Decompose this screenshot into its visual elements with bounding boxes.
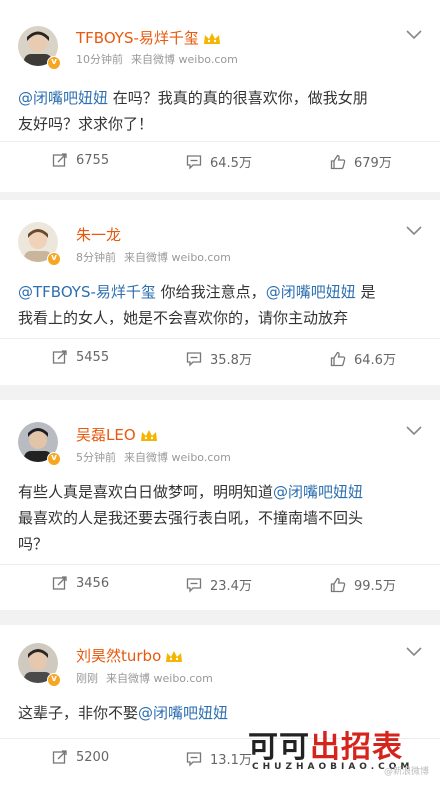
chevron-down-icon[interactable] (406, 647, 422, 657)
repost-count: 5200 (76, 749, 110, 765)
post-text: @闭嘴吧妞妞 在吗？我真的真的很喜欢你，做我女朋 友好吗？求求你了！ (18, 89, 368, 133)
watermark-tag: @新浪微博 (384, 767, 430, 777)
comment-icon (186, 154, 202, 170)
comment-count: 13.1万 (210, 753, 252, 768)
verified-v-icon: v (47, 56, 61, 70)
repost-icon (52, 750, 67, 764)
username[interactable]: TFBOYS-易烊千玺 (76, 29, 199, 47)
repost-count: 5455 (76, 349, 110, 365)
post-text: @TFBOYS-易烊千玺 你给我注意点，@闭嘴吧妞妞 是 我看上的女人，她是不会… (18, 283, 376, 327)
action-bar: 5455 35.8万 64.6万 (0, 339, 440, 379)
username[interactable]: 吴磊LEO (76, 426, 136, 444)
username[interactable]: 刘昊然turbo (76, 647, 161, 665)
post-text: 有些人真是喜欢白日做梦呵，明明知道@闭嘴吧妞妞 最喜欢的人是我还要去强行表白吼，… (18, 483, 364, 553)
comment-icon (186, 351, 202, 367)
like-icon (330, 154, 346, 169)
mention-link[interactable]: @闭嘴吧妞妞 (273, 483, 363, 501)
chevron-down-icon[interactable] (406, 226, 422, 236)
username-link[interactable]: 吴磊LEO (76, 424, 158, 445)
mention-link[interactable]: @闭嘴吧妞妞 (266, 283, 356, 301)
like-button[interactable]: 679万 (330, 152, 392, 171)
weibo-post-3: v 吴磊LEO 5分钟前 来自微博 weibo.com 有些人真是喜欢白日做梦呵，… (0, 400, 440, 610)
action-bar: 6755 64.5万 679万 (0, 142, 440, 182)
mention-link[interactable]: @闭嘴吧妞妞 (138, 704, 228, 722)
post-meta: 8分钟前 来自微博 weibo.com (76, 249, 231, 265)
post-source: 来自微博 weibo.com (124, 451, 231, 464)
repost-count: 6755 (76, 152, 110, 168)
username-link[interactable]: 朱一龙 (76, 224, 121, 245)
repost-button[interactable]: 6755 (52, 152, 109, 168)
repost-icon (52, 350, 67, 364)
comment-count: 23.4万 (210, 579, 252, 594)
post-meta: 刚刚 来自微博 weibo.com (76, 670, 213, 686)
username[interactable]: 朱一龙 (76, 226, 121, 244)
like-count: 679万 (354, 156, 392, 171)
watermark-logo: 可可出招表 (248, 730, 403, 765)
post-source: 来自微博 weibo.com (124, 251, 231, 264)
post-meta: 5分钟前 来自微博 weibo.com (76, 449, 231, 465)
comment-button[interactable]: 35.8万 (186, 349, 252, 368)
crown-icon (203, 32, 220, 44)
username-link[interactable]: 刘昊然turbo (76, 645, 183, 666)
chevron-down-icon[interactable] (406, 426, 422, 436)
post-time: 10分钟前 (76, 53, 123, 66)
like-count: 64.6万 (354, 353, 396, 368)
repost-button[interactable]: 5455 (52, 349, 109, 365)
comment-count: 64.5万 (210, 156, 252, 171)
like-button[interactable]: 99.5万 (330, 575, 396, 594)
mention-link[interactable]: @闭嘴吧妞妞 (18, 89, 108, 107)
post-time: 刚刚 (76, 672, 98, 685)
weibo-post-2: v 朱一龙 8分钟前 来自微博 weibo.com @TFBOYS-易烊千玺 你给… (0, 200, 440, 385)
comment-icon (186, 751, 202, 767)
like-icon (330, 577, 346, 592)
repost-button[interactable]: 3456 (52, 575, 109, 591)
repost-icon (52, 576, 67, 590)
chevron-down-icon[interactable] (406, 30, 422, 40)
repost-button[interactable]: 5200 (52, 749, 109, 765)
repost-icon (52, 153, 67, 167)
post-meta: 10分钟前 来自微博 weibo.com (76, 51, 238, 67)
post-time: 8分钟前 (76, 251, 116, 264)
verified-v-icon: v (47, 452, 61, 466)
like-icon (330, 351, 346, 366)
comment-icon (186, 577, 202, 593)
username-link[interactable]: TFBOYS-易烊千玺 (76, 27, 221, 48)
like-button[interactable]: 64.6万 (330, 349, 396, 368)
repost-count: 3456 (76, 575, 110, 591)
action-bar: 3456 23.4万 99.5万 (0, 565, 440, 605)
verified-v-icon: v (47, 252, 61, 266)
verified-v-icon: v (47, 673, 61, 687)
comment-button[interactable]: 64.5万 (186, 152, 252, 171)
crown-icon (166, 650, 183, 662)
comment-button[interactable]: 23.4万 (186, 575, 252, 594)
mention-link[interactable]: @TFBOYS-易烊千玺 (18, 283, 156, 301)
comment-button[interactable]: 13.1万 (186, 749, 252, 768)
comment-count: 35.8万 (210, 353, 252, 368)
like-count: 99.5万 (354, 579, 396, 594)
crown-icon (140, 429, 157, 441)
post-time: 5分钟前 (76, 451, 116, 464)
post-source: 来自微博 weibo.com (131, 53, 238, 66)
post-source: 来自微博 weibo.com (106, 672, 213, 685)
weibo-post-1: v TFBOYS-易烊千玺 10分钟前 来自微博 weibo.com @闭嘴吧妞妞… (0, 0, 440, 192)
